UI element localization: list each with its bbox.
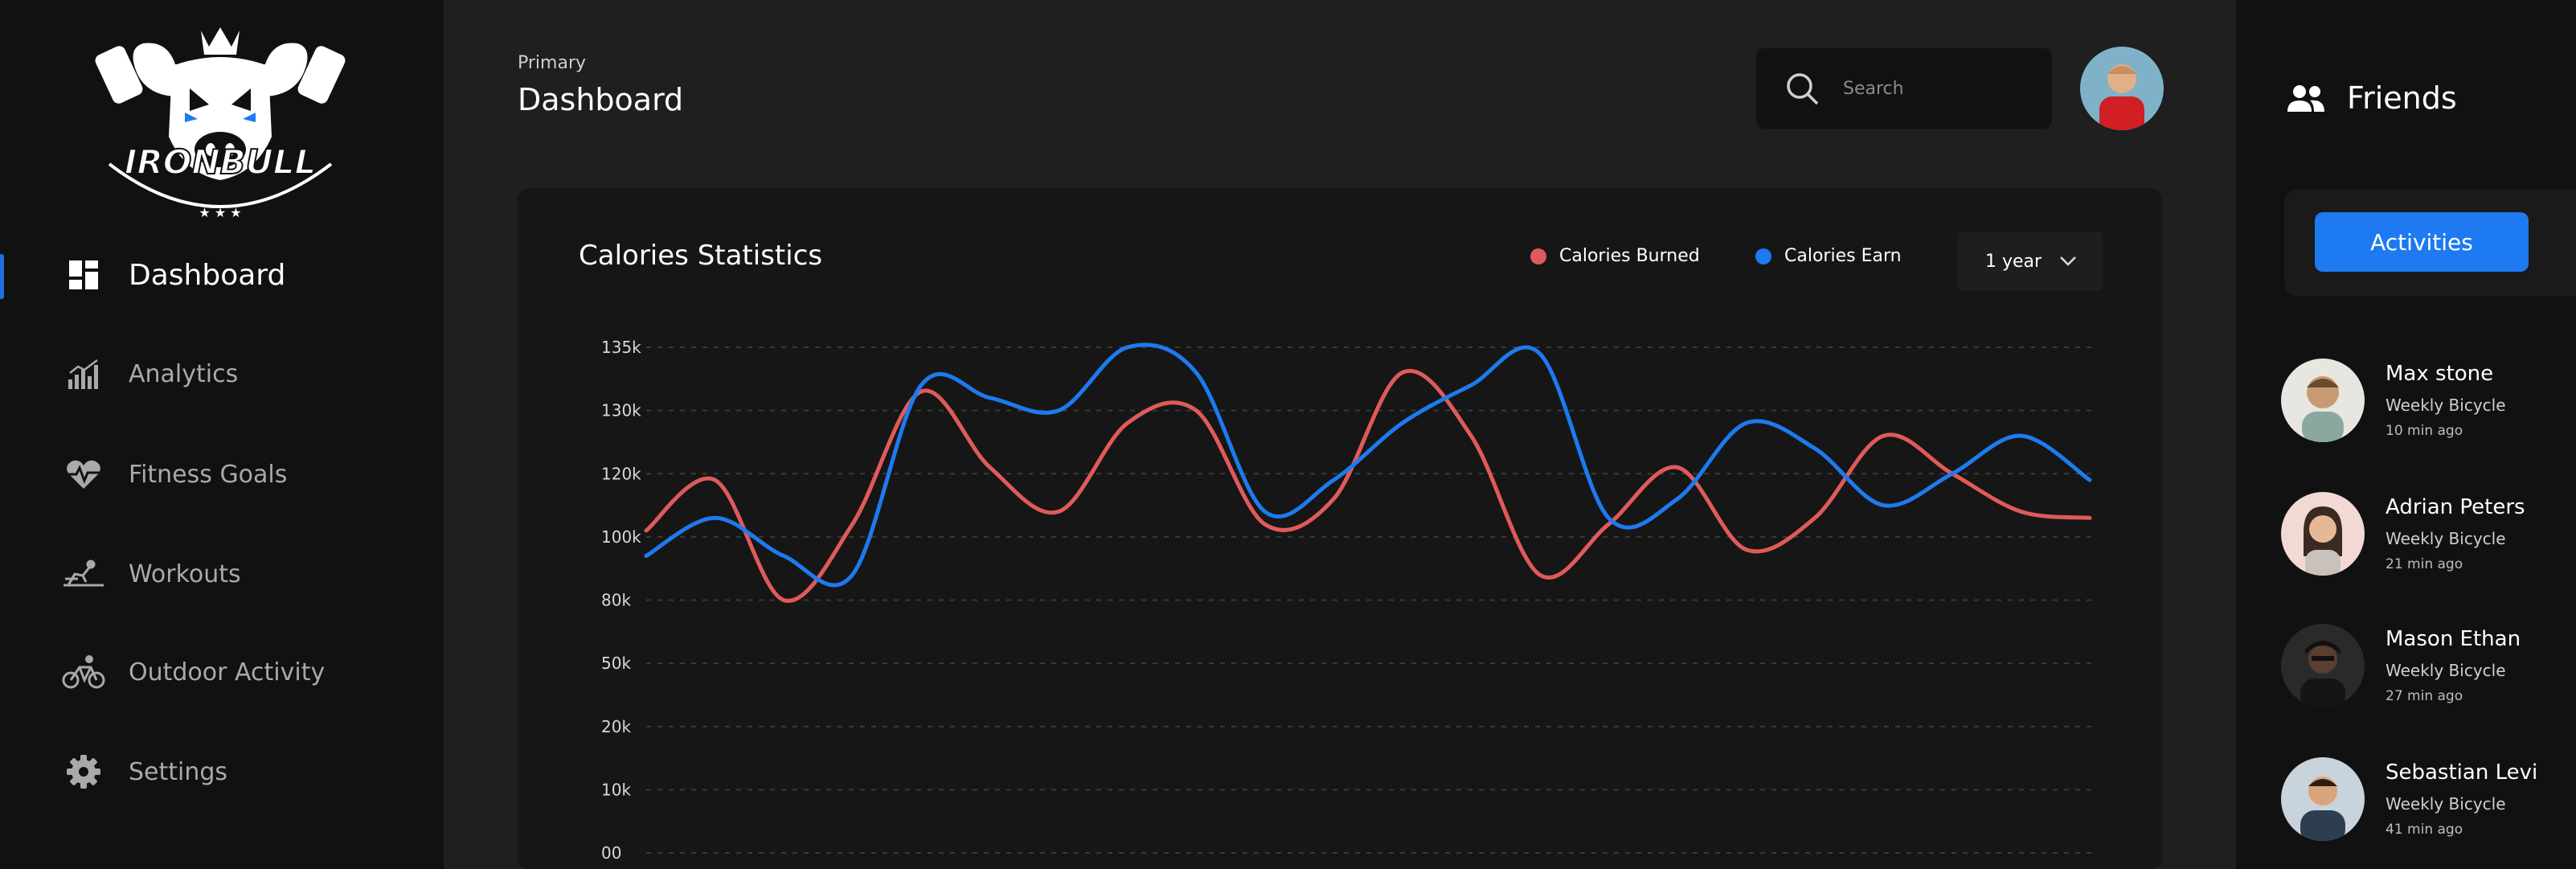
y-tick-label: 135k xyxy=(601,338,641,357)
bicycle-icon xyxy=(59,648,108,696)
friend-name: Adrian Peters xyxy=(2386,495,2525,519)
activities-tab-bar: Activities xyxy=(2284,190,2576,296)
sidebar-item-label: Analytics xyxy=(129,359,239,388)
friend-activity: Weekly Bicycle xyxy=(2386,794,2506,814)
search-box[interactable] xyxy=(1756,48,2052,129)
ironbull-logo: IRONBULL ★ ★ ★ xyxy=(95,27,346,220)
sidebar-item-label: Workouts xyxy=(129,560,241,588)
breadcrumb: Primary xyxy=(518,53,587,73)
friend-activity: Weekly Bicycle xyxy=(2386,661,2506,680)
calories-line-chart: 135k 130k 120k 100k 80k 50k 20k 10k 00 xyxy=(601,338,2098,863)
sidebar: IRONBULL ★ ★ ★ Dashboard Analytics Fitne… xyxy=(0,0,444,869)
friend-name: Mason Ethan xyxy=(2386,627,2521,651)
sidebar-item-label: Outdoor Activity xyxy=(129,658,326,687)
sidebar-item-outdoor-activity[interactable]: Outdoor Activity xyxy=(59,648,325,696)
activities-tab[interactable]: Activities xyxy=(2315,212,2529,272)
calories-statistics-card: Calories Statistics Calories Burned Calo… xyxy=(518,188,2162,869)
friend-time: 41 min ago xyxy=(2386,822,2463,838)
friend-avatar xyxy=(2281,359,2365,442)
page-title: Dashboard xyxy=(518,82,684,117)
main-content: Primary Dashboard Calories Statistics Ca… xyxy=(444,0,2236,869)
series-line-calories-burned xyxy=(644,368,2092,603)
dashboard-icon xyxy=(59,251,108,299)
sidebar-item-fitness-goals[interactable]: Fitness Goals xyxy=(59,450,287,498)
friend-avatar xyxy=(2281,757,2365,841)
friend-item[interactable]: Sebastian Levi Weekly Bicycle 41 min ago xyxy=(2281,757,2576,846)
sidebar-item-settings[interactable]: Settings xyxy=(59,748,227,796)
sidebar-item-analytics[interactable]: Analytics xyxy=(59,350,238,398)
friends-title: Friends xyxy=(2347,80,2457,116)
friend-item[interactable]: Max stone Weekly Bicycle 10 min ago xyxy=(2281,359,2576,447)
heart-pulse-icon xyxy=(59,450,108,498)
friends-icon xyxy=(2287,85,2324,112)
svg-text:★ ★ ★: ★ ★ ★ xyxy=(199,205,241,220)
friend-name: Sebastian Levi xyxy=(2386,760,2538,785)
y-tick-label: 20k xyxy=(601,717,631,736)
friend-activity: Weekly Bicycle xyxy=(2386,396,2506,415)
search-input[interactable] xyxy=(1841,77,2021,100)
y-tick-label: 80k xyxy=(601,591,631,610)
sidebar-item-label: Dashboard xyxy=(129,258,286,292)
user-avatar[interactable] xyxy=(2080,47,2164,130)
y-tick-label: 00 xyxy=(601,843,621,863)
sidebar-item-label: Fitness Goals xyxy=(129,460,288,489)
y-tick-label: 50k xyxy=(601,654,631,673)
y-tick-label: 130k xyxy=(601,401,641,420)
nav-active-indicator xyxy=(0,254,4,299)
y-tick-label: 100k xyxy=(601,527,641,547)
friend-name: Max stone xyxy=(2386,362,2494,386)
friend-time: 27 min ago xyxy=(2386,688,2463,704)
y-tick-label: 120k xyxy=(601,464,641,483)
friend-item[interactable]: Mason Ethan Weekly Bicycle 27 min ago xyxy=(2281,624,2576,712)
workout-icon xyxy=(59,550,108,598)
friend-time: 10 min ago xyxy=(2386,423,2463,439)
friend-item[interactable]: Adrian Peters Weekly Bicycle 21 min ago xyxy=(2281,492,2576,580)
friend-avatar xyxy=(2281,492,2365,576)
friend-avatar xyxy=(2281,624,2365,707)
search-icon xyxy=(1787,73,1819,105)
logo-text: IRONBULL xyxy=(125,142,316,182)
sidebar-item-dashboard[interactable]: Dashboard xyxy=(59,251,285,299)
series-line-calories-earn xyxy=(644,342,2092,588)
friend-activity: Weekly Bicycle xyxy=(2386,529,2506,548)
analytics-icon xyxy=(59,350,108,398)
friends-heading: Friends xyxy=(2286,80,2457,116)
gear-icon xyxy=(59,748,108,796)
y-tick-label: 10k xyxy=(601,780,631,799)
friends-panel: Friends Activities Max stone Weekly Bicy… xyxy=(2236,0,2576,869)
friend-time: 21 min ago xyxy=(2386,556,2463,572)
sidebar-item-label: Settings xyxy=(129,757,228,786)
sidebar-item-workouts[interactable]: Workouts xyxy=(59,550,241,598)
